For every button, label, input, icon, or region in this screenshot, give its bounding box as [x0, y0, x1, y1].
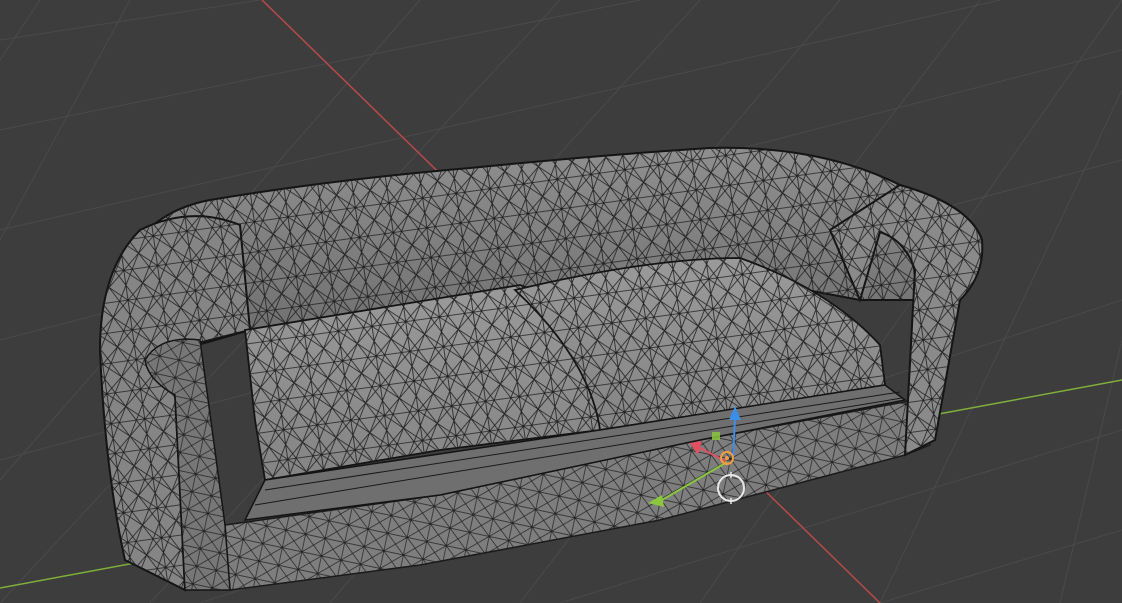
- 3d-viewport[interactable]: [0, 0, 1122, 603]
- sofa-mesh[interactable]: [98, 146, 984, 592]
- viewport-canvas[interactable]: [0, 0, 1122, 603]
